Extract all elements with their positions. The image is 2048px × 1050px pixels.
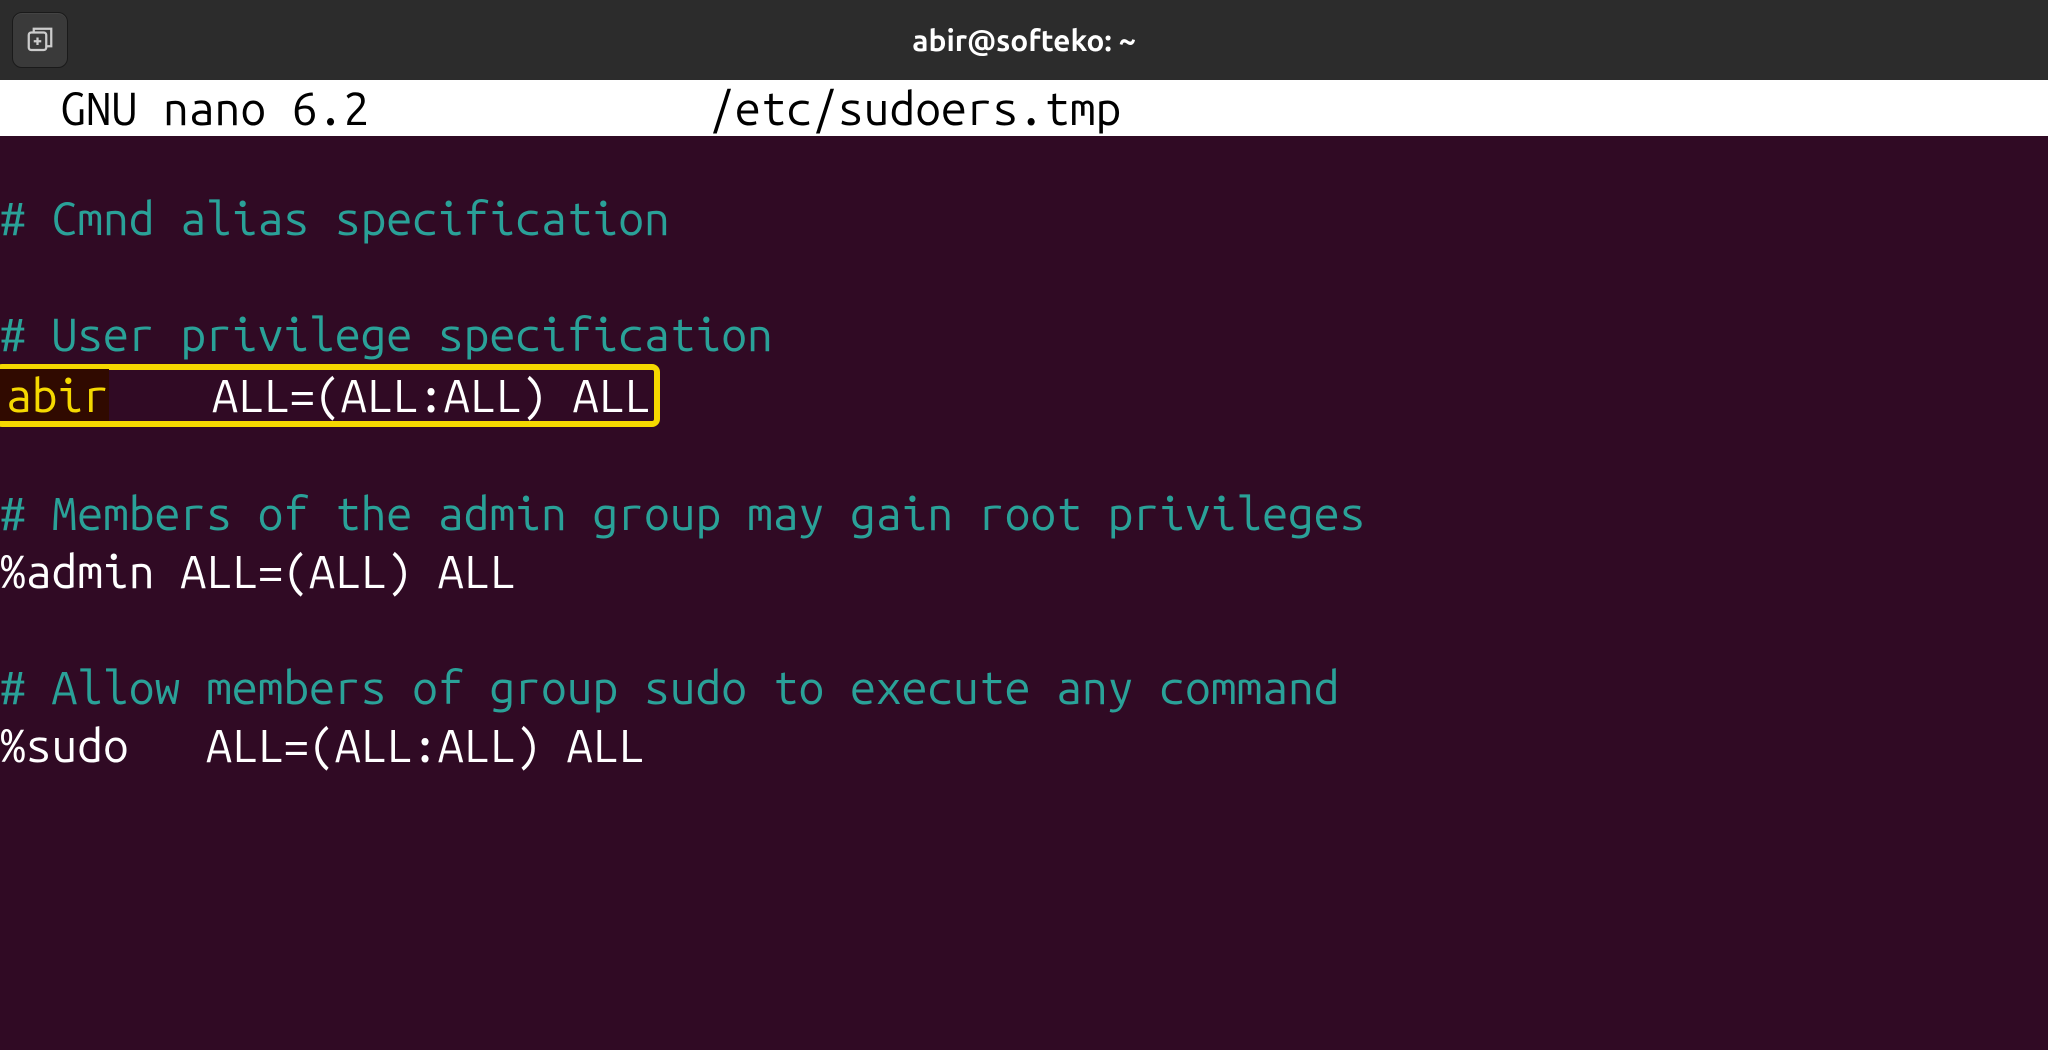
new-tab-icon [25,25,55,55]
editor-line: # Cmnd alias specification [0,190,2048,248]
editor-line: %admin ALL=(ALL) ALL [0,543,2048,601]
editor-line: # Members of the admin group may gain ro… [0,485,2048,543]
editor-line: # User privilege specification [0,306,2048,364]
editor-line: %sudo ALL=(ALL:ALL) ALL [0,717,2048,775]
highlighted-rule: abir ALL=(ALL:ALL) ALL [0,364,660,427]
editor-area[interactable]: # Cmnd alias specification # User privil… [0,136,2048,775]
new-tab-button[interactable] [12,12,68,68]
nano-app-name: GNU nano 6.2 [60,82,369,134]
window-title: abir@softeko: ~ [912,23,1136,57]
highlighted-user: abir [0,369,109,421]
editor-line [0,248,2048,306]
editor-line [0,427,2048,485]
highlighted-rule-text: ALL=(ALL:ALL) ALL [109,369,650,421]
window-titlebar: abir@softeko: ~ [0,0,2048,80]
editor-line: # Allow members of group sudo to execute… [0,659,2048,717]
nano-filename: /etc/sudoers.tmp [709,82,1121,134]
editor-line: abir ALL=(ALL:ALL) ALL [0,364,2048,427]
editor-line [0,601,2048,659]
nano-header-bar: GNU nano 6.2 /etc/sudoers.tmp [0,80,2048,136]
